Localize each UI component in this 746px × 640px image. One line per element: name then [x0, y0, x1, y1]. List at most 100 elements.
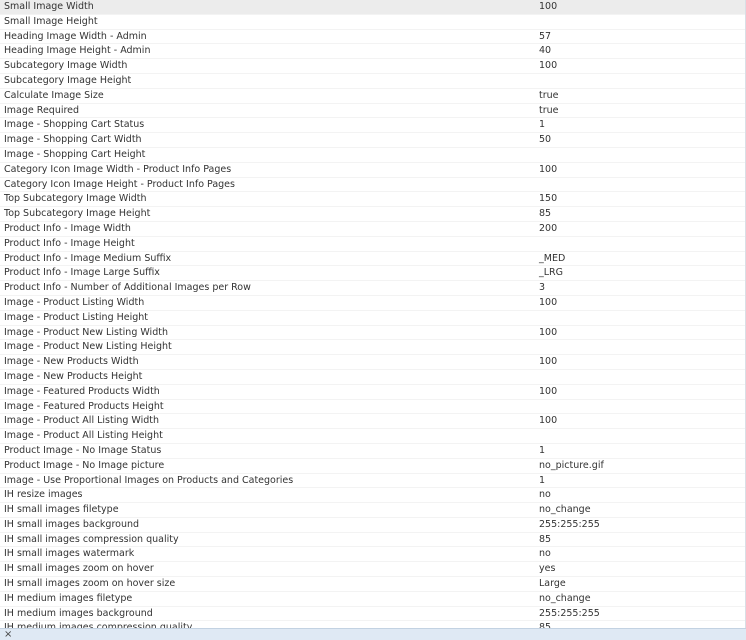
setting-value: 100: [539, 385, 558, 397]
setting-name: Small Image Width: [4, 1, 94, 12]
table-row[interactable]: IH small images zoom on hover size Large: [0, 577, 745, 592]
setting-value: _LRG: [539, 267, 564, 279]
table-row[interactable]: Image - Shopping Cart Height: [0, 148, 745, 163]
table-row[interactable]: Image - Product New Listing Height: [0, 340, 745, 356]
setting-value: 85: [539, 533, 552, 545]
setting-name: Product Info - Image Width: [4, 222, 131, 234]
setting-value: 100: [539, 356, 558, 368]
table-row[interactable]: Product Info - Image Medium Suffix _MED: [0, 252, 745, 267]
setting-value: 50: [539, 134, 552, 146]
setting-name: Image - Product All Listing Width: [4, 415, 160, 427]
table-row[interactable]: IH small images filetype no_change: [0, 503, 745, 518]
setting-value: no: [539, 548, 551, 560]
setting-value: 1: [539, 474, 546, 486]
setting-name: Heading Image Width - Admin: [4, 30, 147, 42]
setting-name: Image - Product New Listing Height: [4, 341, 172, 353]
table-row[interactable]: Product Info - Image Height: [0, 237, 745, 252]
setting-value: true: [539, 89, 559, 101]
table-row[interactable]: Subcategory Image Width 100: [0, 59, 745, 74]
setting-name: Product Image - No Image Status: [4, 444, 162, 456]
setting-value: 1: [539, 444, 546, 456]
setting-value: 100: [539, 296, 558, 308]
table-row[interactable]: Image - Shopping Cart Width 50: [0, 133, 745, 148]
setting-name: IH small images compression quality: [4, 533, 179, 545]
table-row[interactable]: IH small images compression quality 85: [0, 533, 745, 548]
table-row[interactable]: Image - Product All Listing Height: [0, 429, 745, 444]
setting-name: IH small images background: [4, 518, 140, 530]
table-row[interactable]: IH small images watermark no: [0, 547, 745, 563]
table-row[interactable]: Product Info - Image Width 200: [0, 222, 745, 237]
table-row[interactable]: Image - Product Listing Height: [0, 311, 745, 326]
table-row[interactable]: Image - New Products Width 100: [0, 355, 745, 370]
setting-name: IH resize images: [4, 489, 83, 501]
setting-value: 57: [539, 30, 552, 42]
bottom-status-bar: ×: [0, 628, 746, 640]
setting-value: 100: [539, 415, 558, 427]
setting-value: no_picture.gif: [539, 459, 604, 471]
setting-value: no: [539, 489, 551, 501]
table-row[interactable]: IH medium images background 255:255:255: [0, 607, 745, 622]
setting-value: 100: [539, 163, 558, 175]
setting-value: 200: [539, 222, 558, 234]
table-row[interactable]: Image - New Products Height: [0, 370, 745, 385]
setting-value: 100: [539, 60, 558, 72]
setting-name: IH small images zoom on hover size: [4, 578, 176, 590]
table-row[interactable]: Image - Featured Products Height: [0, 400, 745, 415]
setting-name: Image - New Products Width: [4, 356, 139, 368]
setting-value: 255:255:255: [539, 607, 600, 619]
setting-name: Product Image - No Image picture: [4, 459, 165, 471]
setting-name: Small Image Height: [4, 15, 98, 27]
table-row[interactable]: Top Subcategory Image Height 85: [0, 207, 745, 222]
setting-name: Image - Product All Listing Height: [4, 430, 163, 442]
setting-name: Calculate Image Size: [4, 89, 104, 101]
configuration-table: Small Image Width 100 Small Image Height He…: [0, 0, 745, 628]
setting-name: IH small images zoom on hover: [4, 563, 154, 575]
setting-value: 3: [539, 282, 546, 294]
table-row[interactable]: IH small images zoom on hover yes: [0, 562, 745, 578]
table-row[interactable]: Image - Product All Listing Width 100: [0, 414, 745, 430]
table-row[interactable]: Product Info - Image Large Suffix _LRG: [0, 266, 745, 282]
table-row[interactable]: Heading Image Width - Admin 57: [0, 30, 745, 45]
setting-name: Top Subcategory Image Width: [4, 193, 147, 205]
table-row[interactable]: Top Subcategory Image Width 150: [0, 192, 745, 208]
table-row[interactable]: Image Required true: [0, 104, 745, 119]
table-row[interactable]: IH small images background 255:255:255: [0, 518, 745, 533]
setting-value: 1: [539, 119, 546, 131]
setting-name: Image Required: [4, 104, 80, 116]
table-row[interactable]: Heading Image Height - Admin 40: [0, 44, 745, 60]
setting-value: true: [539, 104, 559, 116]
table-row[interactable]: Image - Product New Listing Width 100: [0, 326, 745, 341]
table-row[interactable]: IH resize images no: [0, 488, 745, 504]
table-row[interactable]: Image - Product Listing Width 100: [0, 296, 745, 311]
table-row[interactable]: Product Info - Number of Additional Imag…: [0, 281, 745, 296]
setting-name: Image - Product Listing Width: [4, 296, 145, 308]
close-icon[interactable]: ×: [4, 629, 12, 640]
configuration-list-viewport[interactable]: Small Image Width 100 Small Image Height He…: [0, 0, 746, 628]
table-row[interactable]: Product Image - No Image Status 1: [0, 444, 745, 459]
setting-value: no_change: [539, 504, 591, 516]
setting-name: Product Info - Image Medium Suffix: [4, 252, 172, 264]
table-row[interactable]: IH medium images filetype no_change: [0, 592, 745, 607]
table-row[interactable]: Small Image Height: [0, 15, 745, 30]
table-row[interactable]: Category Icon Image Height - Product Inf…: [0, 178, 745, 193]
table-row[interactable]: Image - Use Proportional Images on Produ…: [0, 474, 745, 489]
setting-name: Subcategory Image Height: [4, 74, 132, 86]
setting-value: 150: [539, 193, 558, 205]
table-row[interactable]: Category Icon Image Width - Product Info…: [0, 163, 745, 178]
setting-name: Heading Image Height - Admin: [4, 45, 151, 57]
setting-value: _MED: [539, 252, 566, 264]
setting-name: Image - Featured Products Height: [4, 400, 164, 412]
table-row[interactable]: Small Image Width 100: [0, 0, 745, 15]
setting-value: 40: [539, 45, 552, 57]
setting-name: Product Info - Number of Additional Imag…: [4, 282, 251, 294]
setting-name: Category Icon Image Height - Product Inf…: [4, 178, 235, 190]
table-row[interactable]: Product Image - No Image picture no_pictu…: [0, 459, 745, 474]
setting-value: 85: [539, 208, 552, 220]
table-row[interactable]: Image - Featured Products Width 100: [0, 385, 745, 400]
table-row[interactable]: Subcategory Image Height: [0, 74, 745, 89]
setting-name: Image - Product New Listing Width: [4, 326, 168, 338]
table-row[interactable]: Calculate Image Size true: [0, 89, 745, 104]
setting-value: yes: [539, 563, 556, 575]
table-row[interactable]: Image - Shopping Cart Status 1: [0, 118, 745, 134]
setting-name: Subcategory Image Width: [4, 60, 128, 72]
